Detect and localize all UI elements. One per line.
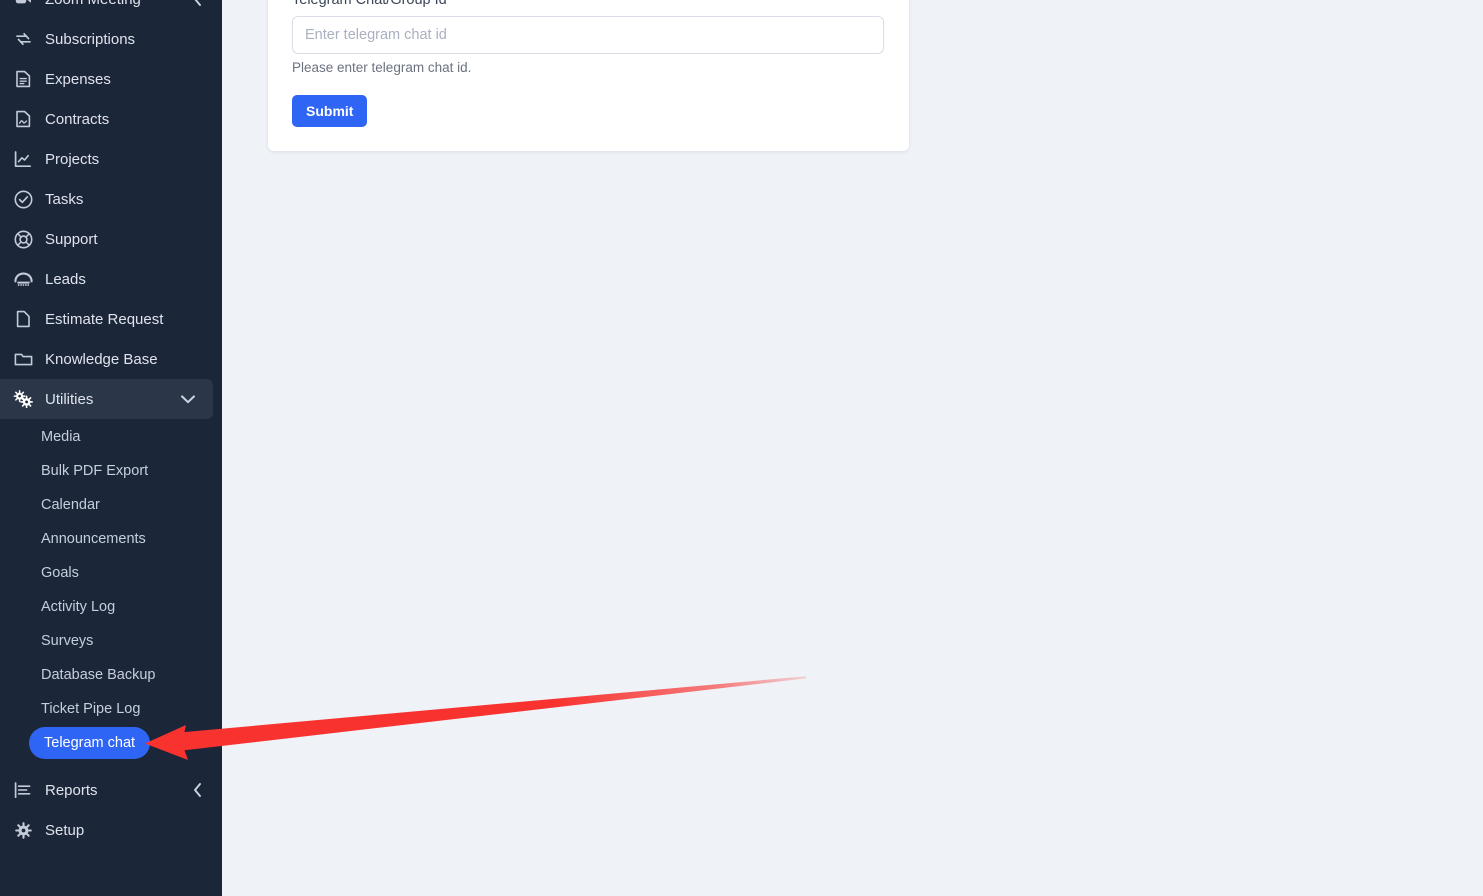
- sidebar-item-label: Zoom Meeting: [45, 0, 184, 8]
- telephone-icon: [12, 269, 34, 289]
- folder-icon: [12, 349, 34, 369]
- chevron-left-icon[interactable]: [184, 0, 210, 6]
- sidebar-item-support[interactable]: Support: [0, 219, 222, 259]
- submenu-item-label: Ticket Pipe Log: [41, 701, 141, 717]
- sidebar-item-label: Utilities: [45, 390, 94, 408]
- telegram-chat-id-label: Telegram Chat/Group Id: [292, 0, 447, 8]
- submenu-item-label: Database Backup: [41, 667, 156, 683]
- sidebar-item-label: Projects: [45, 150, 100, 168]
- sidebar-item-expenses[interactable]: Expenses: [0, 59, 222, 99]
- bar-chart-icon: [12, 780, 34, 800]
- sidebar-item-label: Contracts: [45, 110, 110, 128]
- sidebar-item-tasks[interactable]: Tasks: [0, 179, 222, 219]
- submenu-item-surveys[interactable]: Surveys: [0, 624, 222, 658]
- chevron-down-icon[interactable]: [175, 394, 201, 404]
- cogs-icon: [12, 389, 34, 409]
- submenu-item-bulk-pdf-export[interactable]: Bulk PDF Export: [0, 454, 222, 488]
- submenu-item-label: Media: [41, 429, 81, 445]
- submenu-item-label: Bulk PDF Export: [41, 463, 149, 479]
- chart-line-icon: [12, 149, 34, 169]
- chevron-left-icon[interactable]: [184, 783, 210, 797]
- sidebar-item-label: Subscriptions: [45, 30, 136, 48]
- sidebar-item-label: Tasks: [45, 190, 84, 208]
- check-circle-icon: [12, 189, 34, 209]
- sidebar-item-projects[interactable]: Projects: [0, 139, 222, 179]
- lifebuoy-icon: [12, 229, 34, 249]
- telegram-chat-id-help-text: Please enter telegram chat id.: [292, 60, 472, 75]
- telegram-chat-form-card: Telegram Chat/Group Id Please enter tele…: [268, 0, 909, 151]
- submit-button[interactable]: Submit: [292, 95, 368, 127]
- sidebar-item-zoom-meeting[interactable]: Zoom Meeting: [0, 0, 222, 19]
- submenu-item-label: Goals: [41, 565, 79, 581]
- sidebar-nav-list: Zoom Meeting Subscriptions: [0, 0, 222, 419]
- sidebar-item-label: Knowledge Base: [45, 350, 158, 368]
- sidebar-item-label: Leads: [45, 270, 86, 288]
- sidebar: Zoom Meeting Subscriptions: [0, 0, 222, 896]
- sidebar-item-utilities[interactable]: Utilities: [0, 379, 213, 419]
- sidebar-item-reports[interactable]: Reports: [0, 770, 222, 810]
- sidebar-item-subscriptions[interactable]: Subscriptions: [0, 19, 222, 59]
- sidebar-item-setup[interactable]: Setup: [0, 810, 222, 850]
- sidebar-item-label: Setup: [45, 821, 85, 839]
- sidebar-item-leads[interactable]: Leads: [0, 259, 222, 299]
- main-content: Telegram Chat/Group Id Please enter tele…: [222, 0, 1483, 896]
- app-root: Zoom Meeting Subscriptions: [0, 0, 1483, 896]
- submenu-item-label: Surveys: [41, 633, 94, 649]
- gear-icon: [12, 820, 34, 840]
- telegram-chat-id-input[interactable]: [292, 16, 884, 54]
- submenu-item-media[interactable]: Media: [0, 420, 222, 454]
- submenu-item-ticket-pipe-log[interactable]: Ticket Pipe Log: [0, 692, 222, 726]
- file-text-icon: [12, 69, 34, 89]
- submenu-item-telegram-chat[interactable]: Telegram chat: [0, 726, 222, 760]
- submenu-item-label: Calendar: [41, 497, 100, 513]
- utilities-submenu: Media Bulk PDF Export Calendar Announcem…: [0, 420, 222, 760]
- submenu-item-calendar[interactable]: Calendar: [0, 488, 222, 522]
- sidebar-item-estimate-request[interactable]: Estimate Request: [0, 299, 222, 339]
- submenu-item-label: Activity Log: [41, 599, 116, 615]
- sidebar-item-contracts[interactable]: Contracts: [0, 99, 222, 139]
- submenu-item-label: Telegram chat: [29, 727, 151, 759]
- submenu-item-announcements[interactable]: Announcements: [0, 522, 222, 556]
- refresh-cycle-icon: [12, 29, 34, 49]
- submenu-item-activity-log[interactable]: Activity Log: [0, 590, 222, 624]
- submenu-item-goals[interactable]: Goals: [0, 556, 222, 590]
- file-signature-icon: [12, 109, 34, 129]
- submenu-item-label: Announcements: [41, 531, 146, 547]
- submenu-item-database-backup[interactable]: Database Backup: [0, 658, 222, 692]
- sidebar-item-label: Support: [45, 230, 98, 248]
- file-icon: [12, 309, 34, 329]
- sidebar-item-knowledge-base[interactable]: Knowledge Base: [0, 339, 222, 379]
- sidebar-nav-list-bottom: Reports Setup: [0, 770, 222, 850]
- video-camera-icon: [12, 0, 34, 9]
- sidebar-item-label: Reports: [45, 781, 98, 799]
- sidebar-item-label: Estimate Request: [45, 310, 164, 328]
- sidebar-item-label: Expenses: [45, 70, 111, 88]
